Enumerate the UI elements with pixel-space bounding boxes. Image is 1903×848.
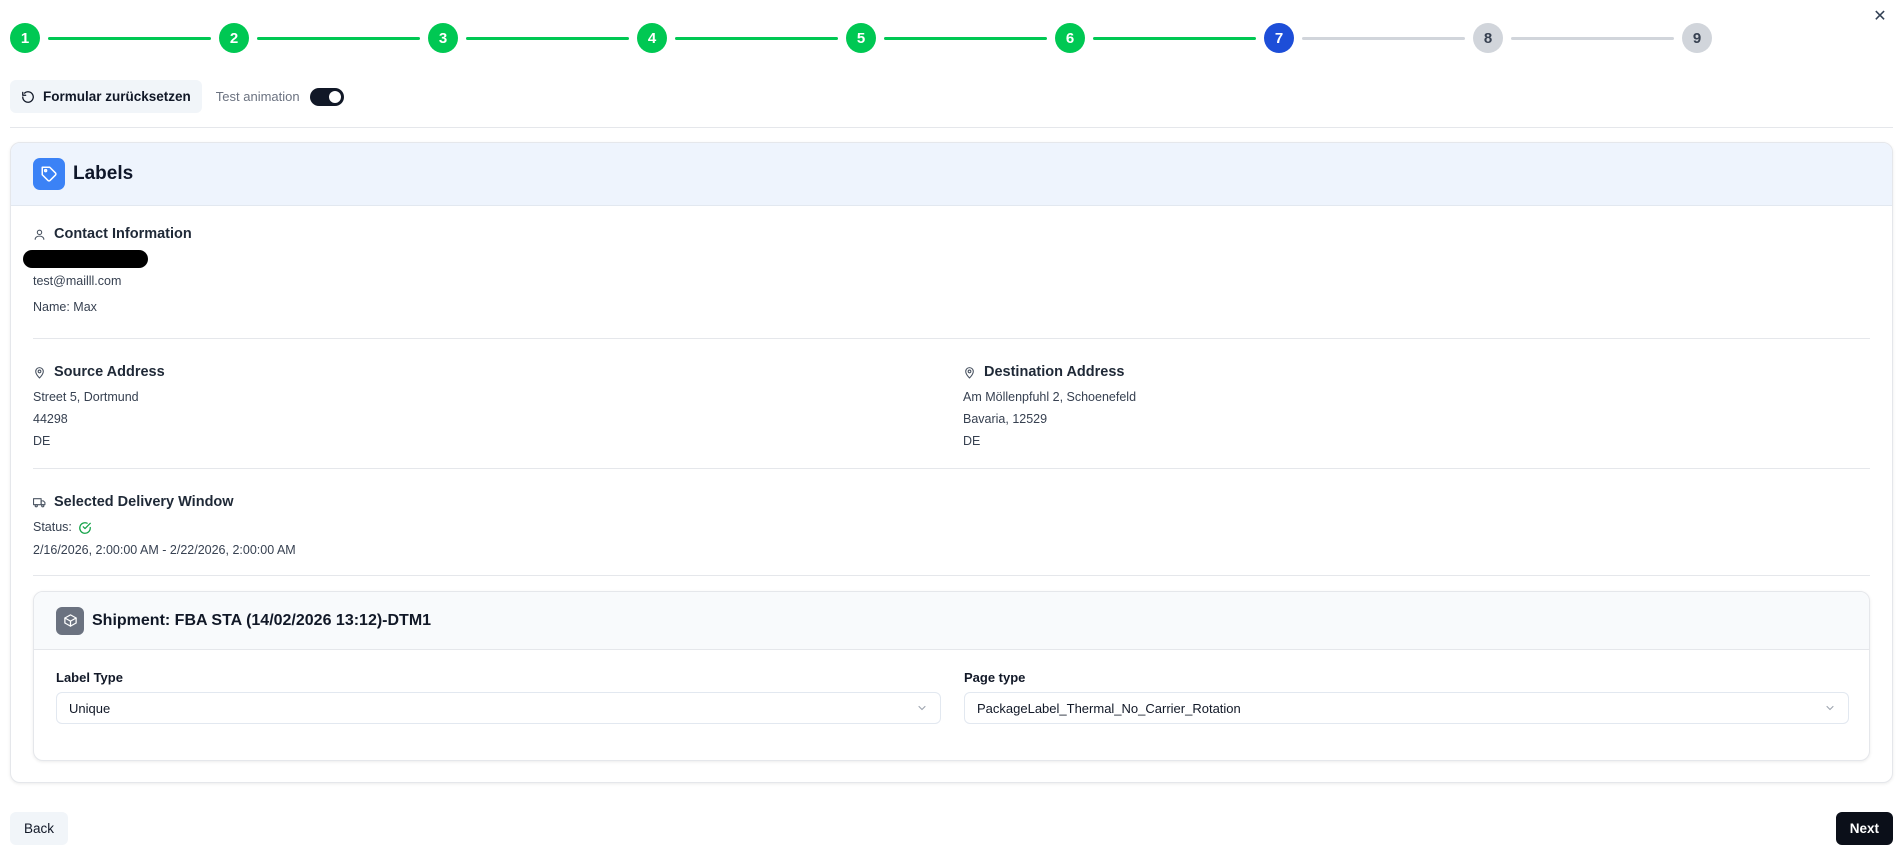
chevron-down-icon	[1826, 705, 1834, 711]
divider	[33, 468, 1870, 469]
step-connector	[1511, 37, 1674, 40]
source-line1: Street 5, Dortmund	[33, 390, 139, 404]
step-8[interactable]: 8	[1473, 23, 1503, 53]
step-connector	[675, 37, 838, 40]
map-pin-icon	[35, 366, 44, 379]
delivery-status: Status:	[33, 520, 296, 535]
divider	[10, 127, 1893, 128]
toolbar: Formular zurücksetzen Test animation	[10, 80, 344, 113]
labels-card: Labels Contact Information test@mailll.c…	[10, 142, 1893, 783]
map-pin-icon	[965, 366, 974, 379]
card-title: Labels	[73, 163, 134, 184]
reset-form-button[interactable]: Formular zurücksetzen	[10, 80, 202, 113]
contact-details: test@mailll.com Name: Max	[33, 274, 121, 315]
labels-card-header: Labels	[11, 143, 1892, 206]
contact-email: test@mailll.com	[33, 274, 122, 288]
delivery-heading: Selected Delivery Window	[54, 494, 234, 510]
tag-icon	[33, 158, 65, 190]
destination-address-section: Destination Address Am Möllenpfuhl 2, Sc…	[963, 364, 1136, 449]
back-button[interactable]: Back	[10, 812, 69, 845]
destination-line3: DE	[963, 434, 981, 448]
contact-heading: Contact Information	[54, 226, 192, 242]
step-5[interactable]: 5	[846, 23, 876, 53]
progress-stepper: 1 2 3 4 5 6 7 8 9	[10, 22, 1712, 54]
step-4[interactable]: 4	[637, 23, 667, 53]
step-connector	[1093, 37, 1256, 40]
step-1[interactable]: 1	[10, 23, 40, 53]
reset-form-label: Formular zurücksetzen	[43, 89, 191, 104]
source-line3: DE	[33, 434, 51, 448]
user-icon	[34, 229, 45, 240]
step-7[interactable]: 7	[1264, 23, 1294, 53]
next-button[interactable]: Next	[1835, 812, 1893, 845]
contact-section: Contact Information	[33, 226, 192, 242]
test-animation-toggle[interactable]	[309, 87, 344, 106]
rotate-ccw-icon	[22, 90, 34, 103]
destination-line2: Bavaria, 12529	[963, 412, 1048, 426]
label-type-select[interactable]: Unique	[56, 692, 941, 724]
divider	[33, 338, 1870, 339]
source-address-section: Source Address Street 5, Dortmund 44298 …	[33, 364, 165, 449]
test-animation-label: Test animation	[215, 89, 300, 104]
status-label: Status:	[33, 520, 72, 534]
source-line2: 44298	[33, 412, 68, 426]
truck-icon	[33, 497, 46, 507]
source-heading: Source Address	[54, 364, 165, 380]
chevron-down-icon	[918, 705, 926, 711]
step-connector	[48, 37, 211, 40]
page-type-field: Page type PackageLabel_Thermal_No_Carrie…	[964, 670, 1849, 724]
redacted-block	[23, 250, 148, 268]
label-type-field: Label Type Unique	[56, 670, 941, 724]
step-connector	[466, 37, 629, 40]
step-connector	[884, 37, 1047, 40]
label-type-label: Label Type	[56, 670, 123, 685]
label-type-value: Unique	[69, 700, 111, 716]
step-9[interactable]: 9	[1682, 23, 1712, 53]
delivery-window-text: 2/16/2026, 2:00:00 AM - 2/22/2026, 2:00:…	[33, 543, 296, 557]
destination-heading: Destination Address	[984, 364, 1125, 380]
step-3[interactable]: 3	[428, 23, 458, 53]
step-connector	[257, 37, 420, 40]
close-icon[interactable]: ✕	[1869, 5, 1891, 27]
step-6[interactable]: 6	[1055, 23, 1085, 53]
shipment-title: Shipment: FBA STA (14/02/2026 13:12)-DTM…	[92, 611, 432, 629]
check-circle-icon	[79, 521, 91, 534]
divider	[33, 575, 1870, 576]
shipment-card: Shipment: FBA STA (14/02/2026 13:12)-DTM…	[33, 591, 1870, 761]
destination-line1: Am Möllenpfuhl 2, Schoenefeld	[963, 390, 1137, 404]
page-type-value: PackageLabel_Thermal_No_Carrier_Rotation	[977, 700, 1241, 716]
contact-name: Name: Max	[33, 300, 97, 314]
page-type-select[interactable]: PackageLabel_Thermal_No_Carrier_Rotation	[964, 692, 1849, 724]
delivery-window-section: Selected Delivery Window Status: 2/16/20…	[33, 494, 296, 558]
step-2[interactable]: 2	[219, 23, 249, 53]
shipment-header: Shipment: FBA STA (14/02/2026 13:12)-DTM…	[34, 592, 1869, 650]
package-icon	[56, 606, 84, 635]
step-connector	[1302, 37, 1465, 40]
page-type-label: Page type	[964, 670, 1026, 685]
